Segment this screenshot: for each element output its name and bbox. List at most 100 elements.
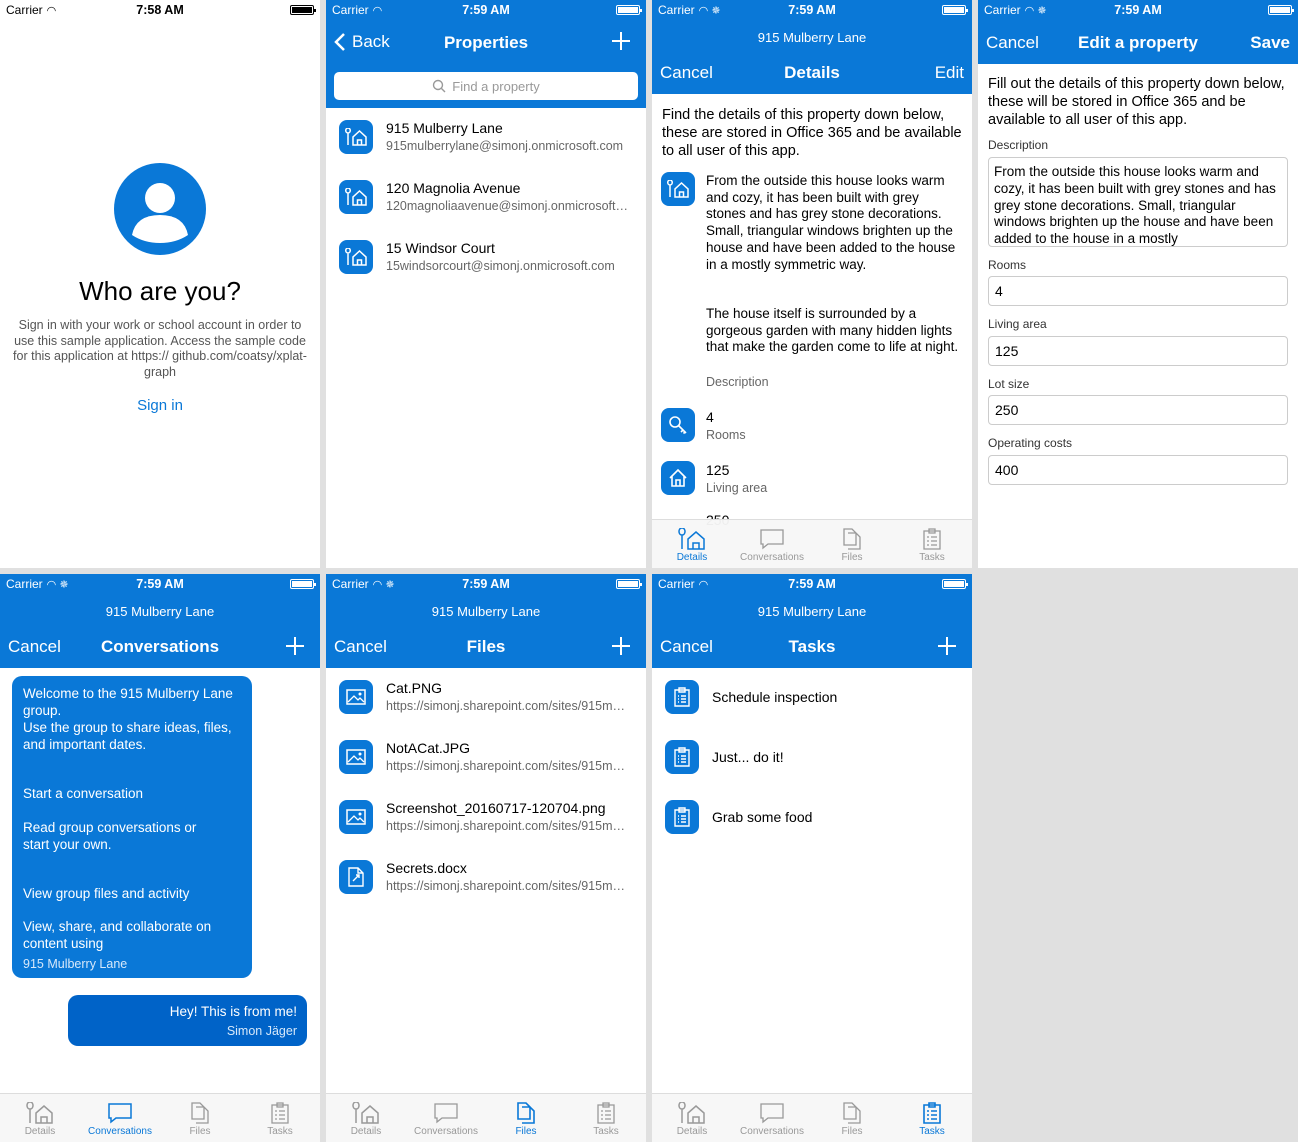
file-name: Secrets.docx [386, 860, 467, 876]
tasks-screen: Carrier ◠ 7:59 AM 915 Mulberry Lane Cance… [652, 574, 972, 1142]
rooms-label: Rooms [988, 258, 1027, 272]
conversations-screen: Carrier ◠ ✵ 7:59 AM 915 Mulberry Lane Can… [0, 574, 320, 1142]
description-field[interactable]: From the outside this house looks warm a… [988, 157, 1288, 247]
living-area-label: Living area [988, 317, 1047, 331]
page-subtitle: 915 Mulberry Lane [757, 30, 867, 45]
status-bar: Carrier ◠ ✵ 7:59 AM [652, 0, 972, 20]
page-title: Tasks [788, 637, 836, 656]
navbar: Carrier ◠ 7:59 AM Back Properties Find a … [326, 0, 646, 108]
details-screen: Carrier ◠ ✵ 7:59 AM 915 Mulberry Lane Can… [652, 0, 972, 568]
rooms-field[interactable]: 4 [988, 276, 1288, 306]
tab-bar: Details Conversations Files Tasks [652, 519, 972, 568]
save-button[interactable]: Save [1250, 33, 1290, 53]
search-placeholder: Find a property [452, 78, 540, 94]
tab-details[interactable]: Details [652, 520, 732, 568]
tab-files[interactable]: Files [486, 1094, 566, 1142]
property-row[interactable]: 15 Windsor Court 15windsorcourt@simonj.o… [326, 228, 646, 288]
property-name: 120 Magnolia Avenue [386, 180, 521, 196]
clipboard-icon [923, 528, 941, 550]
house-tree-icon [678, 528, 705, 550]
house-tree-icon [352, 1102, 379, 1124]
add-property-button[interactable] [612, 32, 630, 50]
group-message-bubble[interactable]: Welcome to the 915 Mulberry Lane group. … [12, 676, 252, 978]
add-file-button[interactable] [612, 637, 630, 655]
battery-icon [290, 579, 316, 589]
task-row[interactable]: Grab some food [652, 788, 972, 848]
living-area-field[interactable]: 125 [988, 336, 1288, 366]
tab-bar: Details Conversations Files Tasks [652, 1093, 972, 1142]
image-icon [339, 800, 373, 834]
house-tree-icon [339, 120, 373, 154]
task-row[interactable]: Schedule inspection [652, 668, 972, 728]
file-name: NotACat.JPG [386, 740, 471, 756]
tab-files[interactable]: Files [160, 1094, 240, 1142]
key-icon [661, 408, 695, 442]
tab-details[interactable]: Details [652, 1094, 732, 1142]
files-icon [517, 1102, 535, 1124]
tab-label: Details [350, 1126, 382, 1137]
task-title: Grab some food [712, 809, 813, 825]
clipboard-icon [271, 1102, 289, 1124]
add-conversation-button[interactable] [286, 637, 304, 655]
tab-details[interactable]: Details [0, 1094, 80, 1142]
page-subtitle: 915 Mulberry Lane [105, 604, 215, 619]
files-icon [843, 1102, 861, 1124]
tab-conversations[interactable]: Conversations [732, 1094, 812, 1142]
start-conversation-text: Start a conversation [23, 786, 144, 801]
collaborate-text: View, share, and collaborate on content … [23, 919, 212, 951]
operating-costs-label: Operating costs [988, 436, 1073, 450]
tab-tasks[interactable]: Tasks [892, 520, 972, 568]
file-url: https://simonj.sharepoint.com/sites/915m… [386, 819, 631, 833]
tab-label: Tasks [593, 1126, 619, 1137]
house-tree-icon [661, 172, 695, 206]
tab-label: Conversations [414, 1126, 478, 1137]
tab-label: Conversations [88, 1126, 152, 1137]
tab-bar: Details Conversations Files Tasks [0, 1093, 320, 1142]
tab-conversations[interactable]: Conversations [80, 1094, 160, 1142]
tab-files[interactable]: Files [812, 1094, 892, 1142]
page-subtitle: 915 Mulberry Lane [757, 604, 867, 619]
image-icon [339, 680, 373, 714]
my-message-bubble[interactable]: Hey! This is from me! Simon Jäger [68, 995, 307, 1046]
status-time: 7:59 AM [1114, 3, 1162, 17]
status-bar: Carrier ◠ 7:59 AM [326, 0, 646, 20]
tab-details[interactable]: Details [326, 1094, 406, 1142]
tab-conversations[interactable]: Conversations [406, 1094, 486, 1142]
status-time: 7:59 AM [462, 3, 510, 17]
status-bar: Carrier ◠ 7:59 AM [652, 574, 972, 594]
file-row[interactable]: Cat.PNG https://simonj.sharepoint.com/si… [326, 668, 646, 728]
file-row[interactable]: Secrets.docx https://simonj.sharepoint.c… [326, 848, 646, 908]
property-row[interactable]: 915 Mulberry Lane 915mulberrylane@simonj… [326, 108, 646, 168]
navbar: Carrier ◠ ✵ 7:59 AM 915 Mulberry Lane Can… [0, 574, 320, 668]
tab-label: Files [841, 552, 863, 563]
property-name: 915 Mulberry Lane [386, 120, 503, 136]
signin-title: Who are you? [79, 276, 241, 306]
edit-button[interactable]: Edit [935, 63, 964, 83]
battery-icon [616, 579, 642, 589]
tab-tasks[interactable]: Tasks [240, 1094, 320, 1142]
tab-label: Details [676, 1126, 708, 1137]
file-row[interactable]: Screenshot_20160717-120704.png https://s… [326, 788, 646, 848]
signin-link[interactable]: Sign in [0, 397, 320, 414]
navbar: Carrier ◠ ✵ 7:59 AM Cancel Edit a propert… [978, 0, 1298, 64]
file-row[interactable]: NotACat.JPG https://simonj.sharepoint.co… [326, 728, 646, 788]
add-task-button[interactable] [938, 637, 956, 655]
lot-size-field[interactable]: 250 [988, 395, 1288, 425]
details-intro: Find the details of this property down b… [662, 107, 962, 159]
property-row[interactable]: 120 Magnolia Avenue 120magnoliaavenue@si… [326, 168, 646, 228]
status-bar: Carrier ◠ ✵ 7:59 AM [978, 0, 1298, 20]
page-title: Properties [443, 33, 529, 52]
description-label: Description [988, 138, 1049, 152]
operating-costs-field[interactable]: 400 [988, 455, 1288, 485]
tab-tasks[interactable]: Tasks [892, 1094, 972, 1142]
status-time: 7:59 AM [462, 577, 510, 591]
file-url: https://simonj.sharepoint.com/sites/915m… [386, 879, 631, 893]
document-icon [339, 860, 373, 894]
tab-conversations[interactable]: Conversations [732, 520, 812, 568]
task-row[interactable]: Just... do it! [652, 728, 972, 788]
edit-intro: Fill out the details of this property do… [988, 76, 1285, 128]
properties-screen: Carrier ◠ 7:59 AM Back Properties Find a … [326, 0, 646, 568]
tab-tasks[interactable]: Tasks [566, 1094, 646, 1142]
search-input[interactable]: Find a property [334, 72, 638, 100]
tab-files[interactable]: Files [812, 520, 892, 568]
